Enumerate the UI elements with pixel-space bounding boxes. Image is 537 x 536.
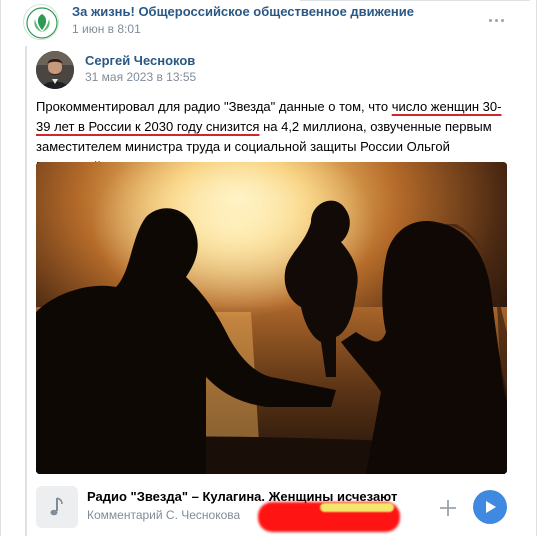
post-date[interactable]: 1 июн в 8:01 [72, 22, 141, 36]
plus-icon[interactable] [436, 496, 460, 520]
author-name-link[interactable]: Сергей Чесноков [85, 53, 195, 68]
play-glyph [486, 501, 496, 513]
top-divider [300, 0, 530, 1]
group-name-link[interactable]: За жизнь! Общероссийское общественное дв… [72, 4, 414, 19]
music-note-glyph [50, 497, 63, 516]
play-icon[interactable] [473, 490, 507, 524]
plus-glyph [440, 500, 456, 516]
music-note-icon[interactable] [36, 486, 78, 528]
highlight-mark [320, 503, 394, 512]
author-avatar[interactable] [36, 51, 74, 89]
group-avatar[interactable] [23, 4, 59, 40]
author-photo [36, 51, 74, 89]
repost-bar [25, 46, 27, 536]
author-date[interactable]: 31 мая 2023 в 13:55 [85, 70, 196, 84]
post-photo[interactable] [36, 162, 507, 474]
family-sunset-image [36, 162, 507, 474]
page-edge-left [0, 0, 1, 536]
leaf-logo-icon [25, 6, 58, 39]
audio-subtitle: Комментарий С. Чеснокова [87, 508, 241, 522]
post-text-part-1: Прокомментировал для радио "Звезда" данн… [36, 99, 392, 114]
more-icon[interactable] [486, 10, 506, 30]
